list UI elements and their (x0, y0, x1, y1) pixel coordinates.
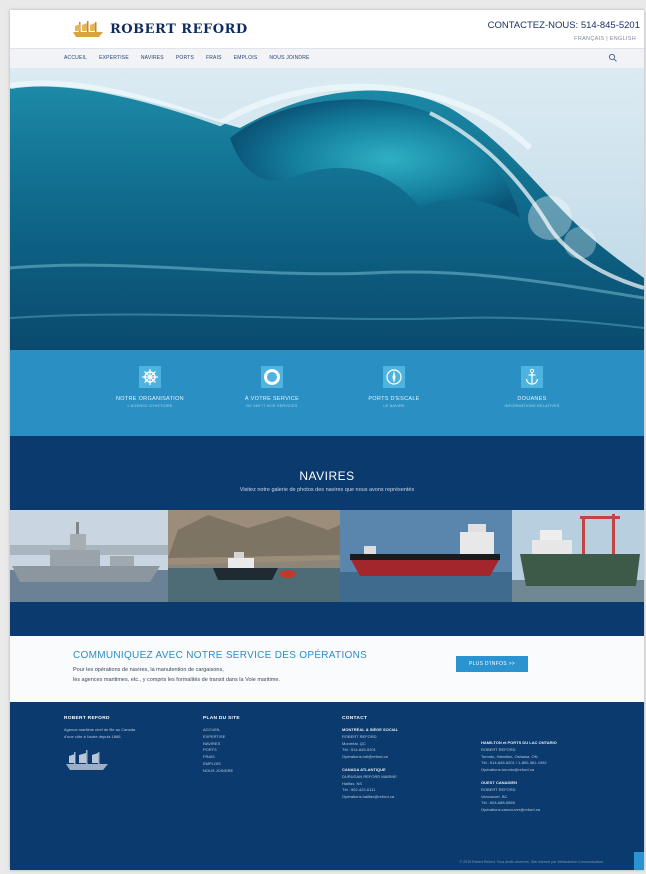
vessel-photo[interactable] (10, 510, 168, 602)
office-heading: OUEST CANADIEN (481, 779, 518, 785)
contact-phone[interactable]: CONTACTEZ-NOUS: 514-845-5201 (488, 20, 640, 31)
office-heading: CANADA ATLANTIQUE (342, 766, 386, 772)
office-line: ROBERT REFORD (481, 746, 516, 752)
office-line: Tél.: 604-688-5569 (481, 800, 515, 806)
footer-heading: CONTACT (342, 716, 368, 721)
ship-wheel-icon (139, 366, 161, 388)
office-line: DURUGAN REFORD MARINE (342, 773, 397, 779)
nav-item-nous-joindre[interactable]: NOUS JOINDRE (269, 55, 309, 61)
lifebuoy-icon (261, 366, 283, 388)
cta-text-line: Pour les opérations de navires, la manut… (73, 667, 224, 673)
office-line: Toronto, Hamilton, Oshawa, ON (481, 753, 538, 759)
office-line: Montréal, QC (342, 740, 366, 746)
service-ports-escale[interactable]: PORTS D'ESCALE LE NAVIRE (334, 366, 454, 408)
service-title: À VOTRE SERVICE (244, 396, 300, 402)
office-line: Vancouver, BC (481, 793, 508, 799)
nav-item-emplois[interactable]: EMPLOIS (234, 55, 258, 61)
scroll-to-top-button[interactable] (634, 852, 644, 870)
service-a-votre-service[interactable]: À VOTRE SERVICE DE 360°/7 NOS SERVICES (212, 366, 332, 408)
service-organisation[interactable]: NOTRE ORGANISATION L'AGENCE D'HISTOIRE (90, 366, 210, 408)
cta-text-line: les agences maritimes, etc., y compris l… (73, 677, 280, 683)
service-subtitle: L'AGENCE D'HISTOIRE (127, 404, 173, 408)
search-icon[interactable] (608, 53, 618, 63)
office-email-link[interactable]: Opérations.toronto@reford.ca (481, 767, 557, 774)
footer-link-navires[interactable]: NAVIRES (203, 741, 240, 748)
language-switcher[interactable]: FRANÇAIS | ENGLISH (574, 36, 636, 42)
footer-link-accueil[interactable]: ACCUEIL (203, 727, 240, 734)
vessel-photo[interactable] (512, 510, 644, 602)
vessels-section: NAVIRES Visitez notre galerie de photos … (10, 436, 644, 636)
service-title: PORTS D'ESCALE (368, 396, 420, 402)
footer-offices: HAMILTON et PORTS DU LAC ONTARIO ROBERT … (481, 740, 557, 814)
office-line: ROBERT REFORD (342, 733, 377, 739)
copyright: © 2015 Robert Reford. Tous droits réserv… (459, 860, 604, 864)
brand-name[interactable]: ROBERT REFORD (110, 22, 248, 37)
vessel-photo[interactable] (168, 510, 340, 602)
site-footer: ROBERT REFORD Agence maritime chef de fi… (10, 702, 644, 870)
ship-logo-icon (66, 749, 108, 770)
footer-link-ports[interactable]: PORTS (203, 747, 240, 754)
service-title: DOUANES (517, 396, 547, 402)
office-line: Halifax, NS (342, 780, 363, 786)
office-email-link[interactable]: Opérations.vancouver@reford.ca (481, 807, 557, 814)
cta-title: COMMUNIQUEZ AVEC NOTRE SERVICE DES OPÉRA… (73, 650, 368, 661)
office-line: Tél.: 514-845-5201 (342, 747, 376, 753)
office-line: Tél.: 902-422-6111 (342, 787, 376, 793)
nav-item-expertise[interactable]: EXPERTISE (99, 55, 129, 61)
service-subtitle: DE 360°/7 NOS SERVICES (246, 404, 298, 408)
footer-link-expertise[interactable]: EXPERTISE (203, 734, 240, 741)
nav-item-navires[interactable]: NAVIRES (141, 55, 164, 61)
office-line: ROBERT REFORD (481, 786, 516, 792)
footer-contact: CONTACT MONTRÉAL & SIÈGE SOCIAL ROBERT R… (342, 716, 398, 801)
vessel-photo[interactable] (340, 510, 512, 602)
footer-text: d'une côte à l'autre depuis 1866. (64, 733, 122, 739)
nav-item-frais[interactable]: FRAIS (206, 55, 222, 61)
anchor-icon (521, 366, 543, 388)
footer-link-emplois[interactable]: EMPLOIS (203, 761, 240, 768)
service-title: NOTRE ORGANISATION (116, 396, 184, 402)
footer-link-frais[interactable]: FRAIS (203, 754, 240, 761)
office-heading: MONTRÉAL & SIÈGE SOCIAL (342, 727, 399, 732)
office-heading: HAMILTON et PORTS DU LAC ONTARIO (481, 740, 557, 745)
hero-wave-image (10, 68, 644, 350)
footer-text: Agence maritime chef de file au Canada (64, 727, 136, 732)
office-email-link[interactable]: Opérations.mtl@reford.ca (342, 754, 398, 761)
vessels-title: NAVIRES (299, 469, 355, 483)
more-info-button[interactable]: PLUS D'INFOS >> (456, 656, 528, 672)
ship-logo-icon[interactable] (72, 20, 104, 38)
footer-heading: PLAN DU SITE (203, 716, 240, 721)
service-subtitle: INFORMATIONS RELATIVES (504, 404, 560, 408)
main-nav: ACCUEIL EXPERTISE NAVIRES PORTS FRAIS EM… (10, 48, 644, 69)
nav-item-accueil[interactable]: ACCUEIL (64, 55, 87, 61)
compass-icon (383, 366, 405, 388)
office-line: Tél.: 514-845-5201 / 1-800-361-1992 (481, 760, 547, 766)
footer-link-nous-joindre[interactable]: NOUS JOINDRE (203, 768, 240, 775)
vessels-subtitle: Visitez notre galerie de photos des navi… (239, 487, 415, 493)
services-band: NOTRE ORGANISATION L'AGENCE D'HISTOIRE À… (10, 350, 644, 436)
office-email-link[interactable]: Opérations.halifax@reford.ca (342, 794, 398, 801)
operations-cta: COMMUNIQUEZ AVEC NOTRE SERVICE DES OPÉRA… (10, 636, 644, 702)
service-douanes[interactable]: DOUANES INFORMATIONS RELATIVES (472, 366, 592, 408)
page-frame: ROBERT REFORD CONTACTEZ-NOUS: 514-845-52… (10, 10, 644, 870)
site-header: ROBERT REFORD CONTACTEZ-NOUS: 514-845-52… (10, 10, 644, 48)
nav-item-ports[interactable]: PORTS (176, 55, 194, 61)
footer-sitemap: PLAN DU SITE ACCUEIL EXPERTISE NAVIRES P… (203, 716, 240, 775)
service-subtitle: LE NAVIRE (383, 404, 405, 408)
footer-heading: ROBERT REFORD (64, 716, 110, 721)
footer-about: ROBERT REFORD Agence maritime chef de fi… (64, 716, 135, 773)
vessel-gallery (10, 510, 644, 602)
